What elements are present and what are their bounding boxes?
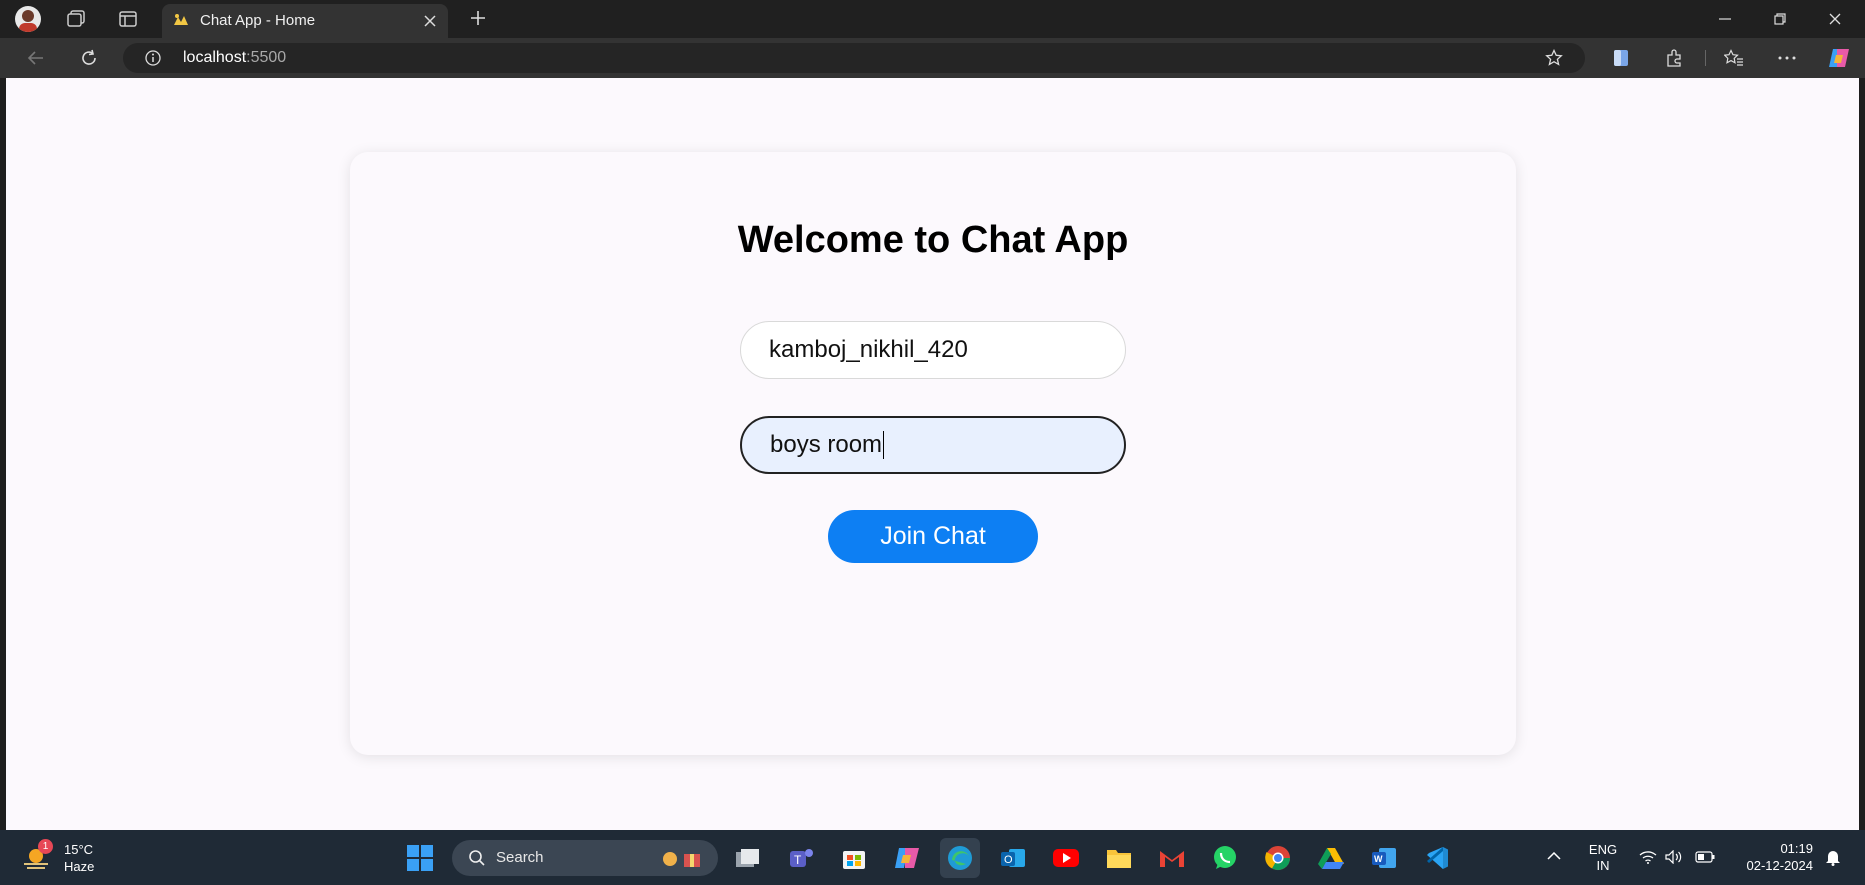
store-icon[interactable] xyxy=(834,838,874,878)
workspaces-icon[interactable] xyxy=(64,8,88,30)
clock-date: 02-12-2024 xyxy=(1746,858,1814,873)
word-icon[interactable]: W xyxy=(1364,838,1404,878)
username-input[interactable]: kamboj_nikhil_420 xyxy=(740,321,1126,379)
teams-icon[interactable]: T xyxy=(781,838,821,878)
clock-time: 01:19 xyxy=(1780,841,1813,856)
wifi-icon[interactable] xyxy=(1638,847,1658,867)
edge-icon[interactable] xyxy=(940,838,980,878)
username-value: kamboj_nikhil_420 xyxy=(769,336,968,363)
file-explorer-icon[interactable] xyxy=(1099,838,1139,878)
battery-icon[interactable] xyxy=(1694,847,1716,867)
address-host: localhost xyxy=(183,49,247,66)
site-info-icon[interactable] xyxy=(145,50,161,66)
room-input[interactable]: boys room xyxy=(740,416,1126,474)
language-indicator[interactable]: ENG IN xyxy=(1586,842,1620,874)
chrome-icon[interactable] xyxy=(1258,838,1298,878)
refresh-icon[interactable] xyxy=(77,47,101,69)
join-chat-button[interactable]: Join Chat xyxy=(828,510,1038,563)
new-tab-icon[interactable] xyxy=(468,8,488,28)
address-url: localhost:5500 xyxy=(183,49,286,67)
clock[interactable]: 01:19 02-12-2024 xyxy=(1733,840,1814,874)
more-options-icon[interactable] xyxy=(1775,47,1799,69)
weather-widget[interactable]: 1 15°C Haze xyxy=(22,838,112,878)
profile-avatar[interactable] xyxy=(15,6,41,32)
vscode-icon[interactable] xyxy=(1417,838,1457,878)
youtube-icon[interactable] xyxy=(1046,838,1086,878)
minimize-icon[interactable] xyxy=(1710,8,1740,30)
address-bar[interactable]: localhost:5500 xyxy=(123,43,1585,73)
language-bottom: IN xyxy=(1596,858,1610,873)
language-top: ENG xyxy=(1588,842,1618,857)
browser-title-bar: Chat App - Home xyxy=(0,0,1865,38)
back-icon[interactable] xyxy=(24,47,48,69)
svg-text:T: T xyxy=(794,853,802,867)
weather-badge: 1 xyxy=(38,839,53,854)
search-label: Search xyxy=(496,849,544,866)
tab-close-icon[interactable] xyxy=(422,13,438,29)
google-drive-icon[interactable] xyxy=(1311,838,1351,878)
whatsapp-icon[interactable] xyxy=(1205,838,1245,878)
outlook-icon[interactable]: O xyxy=(993,838,1033,878)
extensions-icon[interactable] xyxy=(1663,47,1685,69)
notification-bell-icon[interactable] xyxy=(1823,847,1843,867)
room-value: boys room xyxy=(770,431,883,458)
volume-icon[interactable] xyxy=(1664,847,1684,867)
show-hidden-icons[interactable] xyxy=(1544,846,1564,866)
start-icon[interactable] xyxy=(400,838,440,878)
copilot-icon[interactable] xyxy=(1826,45,1852,71)
page-title: Welcome to Chat App xyxy=(737,219,1129,261)
address-port: :5500 xyxy=(246,49,287,66)
taskbar-search[interactable]: Search xyxy=(452,840,718,876)
svg-text:O: O xyxy=(1004,854,1013,866)
tab-title: Chat App - Home xyxy=(200,12,316,29)
weather-desc: Haze xyxy=(64,859,95,874)
restore-icon[interactable] xyxy=(1765,8,1795,30)
search-highlight-icon xyxy=(663,852,700,867)
text-caret xyxy=(883,431,885,459)
chat-join-card: Welcome to Chat App kamboj_nikhil_420 bo… xyxy=(350,152,1516,755)
favorite-star-icon[interactable] xyxy=(1545,49,1563,67)
favorites-icon[interactable] xyxy=(1722,47,1746,69)
toolbar-divider xyxy=(1705,50,1706,66)
windows-taskbar: 1 15°C Haze Search T O W ENG IN 01:19 02… xyxy=(0,830,1865,885)
gmail-icon[interactable] xyxy=(1152,838,1192,878)
copilot-app-icon[interactable] xyxy=(887,838,927,878)
close-window-icon[interactable] xyxy=(1820,8,1850,30)
browser-tab[interactable]: Chat App - Home xyxy=(162,4,448,38)
task-view-icon[interactable] xyxy=(728,838,768,878)
split-screen-icon[interactable] xyxy=(1610,47,1632,69)
search-icon xyxy=(469,850,485,866)
svg-text:W: W xyxy=(1374,854,1383,864)
tab-favicon-icon xyxy=(172,13,190,29)
tab-actions-icon[interactable] xyxy=(116,8,140,30)
weather-temp: 15°C xyxy=(64,842,94,857)
